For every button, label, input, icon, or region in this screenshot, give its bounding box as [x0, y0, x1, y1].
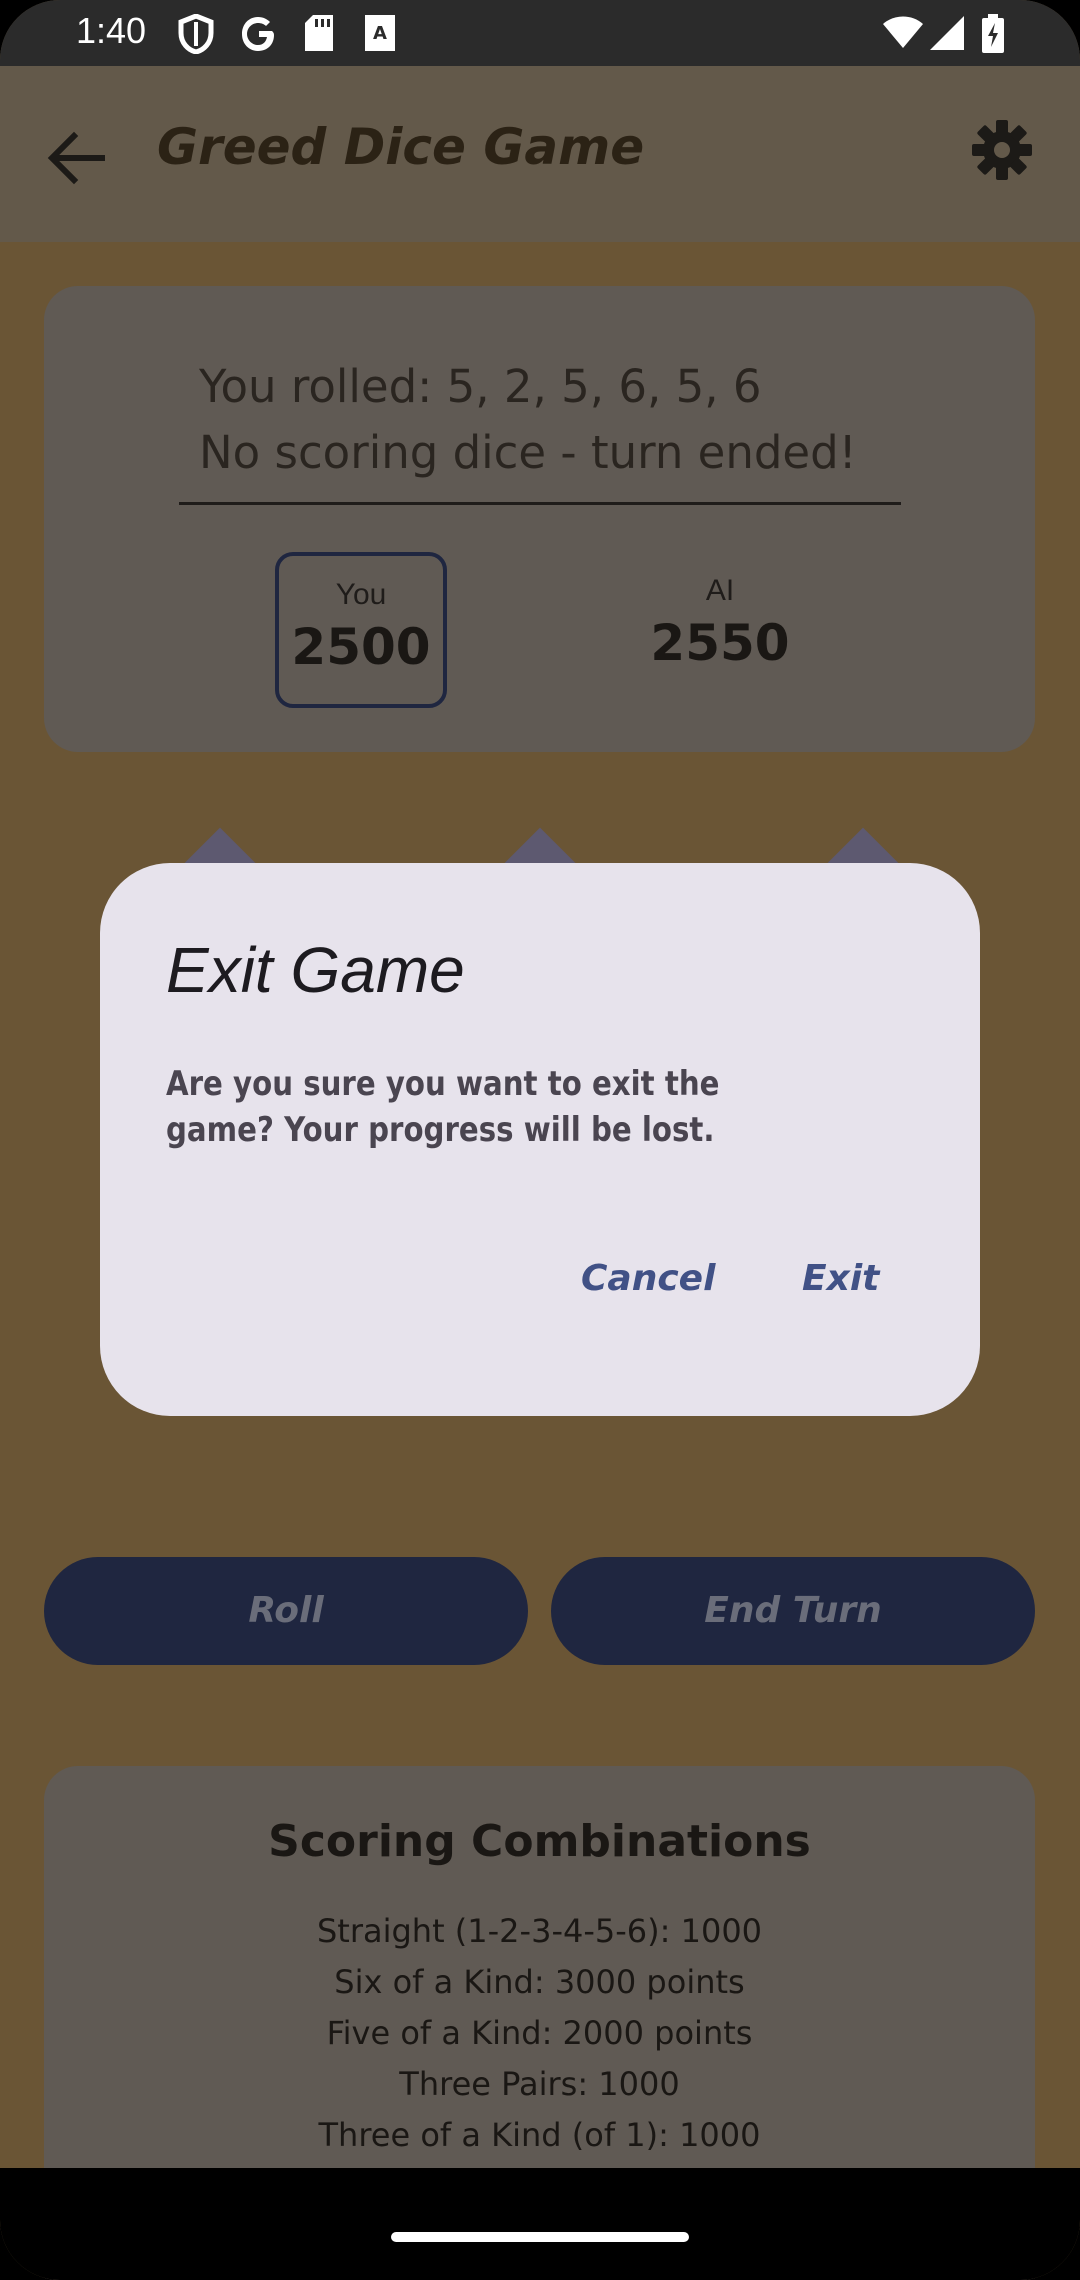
player-score: 2500	[291, 618, 431, 676]
game-status-card: You rolled: 5, 2, 5, 6, 5, 6 No scoring …	[44, 286, 1035, 752]
rule-item: Three Pairs: 1000	[399, 2065, 680, 2103]
rule-item: Six of a Kind: 3000 points	[334, 1963, 745, 2001]
font-icon: A	[364, 14, 396, 56]
player-score: 2550	[650, 614, 790, 672]
player-name: You	[335, 578, 387, 611]
rule-item: Straight (1-2-3-4-5-6): 1000	[316, 1912, 763, 1950]
shield-icon	[178, 13, 214, 58]
status-time: 1:40	[76, 10, 147, 51]
divider	[179, 502, 901, 505]
navigation-bar	[0, 2168, 1080, 2280]
arrow-back-icon	[47, 131, 105, 185]
page-title: Greed Dice Game	[157, 118, 645, 176]
player-score-ai: AI 2550	[634, 552, 806, 708]
player-name: AI	[705, 574, 735, 607]
app-bar: Greed Dice Game	[0, 66, 1080, 242]
home-gesture-handle[interactable]	[391, 2232, 689, 2242]
rule-item: Three of a Kind (of 1): 1000	[318, 2116, 761, 2154]
scoring-rules: Straight (1-2-3-4-5-6): 1000 Six of a Ki…	[44, 1906, 1035, 2161]
dialog-message: Are you sure you want to exit the game? …	[166, 1064, 720, 1150]
screen: 1:40 A Greed Dice Game You rolled: 5, 2,…	[0, 0, 1080, 2280]
exit-button[interactable]: Exit	[802, 1258, 879, 1299]
wifi-icon	[881, 14, 925, 54]
gear-icon	[972, 120, 1032, 180]
rule-item: Five of a Kind: 2000 points	[326, 2014, 753, 2052]
signal-icon	[928, 14, 966, 56]
back-button[interactable]	[40, 122, 112, 194]
cancel-button[interactable]: Cancel	[581, 1258, 715, 1299]
roll-button[interactable]: Roll	[44, 1557, 528, 1665]
player-score-you: You 2500	[275, 552, 447, 708]
end-turn-button[interactable]: End Turn	[551, 1557, 1035, 1665]
status-bar: 1:40 A	[0, 0, 1080, 66]
svg-text:A: A	[373, 23, 387, 44]
battery-charging-icon	[981, 14, 1005, 58]
roll-message: You rolled: 5, 2, 5, 6, 5, 6 No scoring …	[199, 360, 857, 479]
exit-dialog: Exit Game Are you sure you want to exit …	[100, 863, 980, 1416]
google-icon	[239, 14, 279, 58]
scoring-title: Scoring Combinations	[268, 1816, 811, 1867]
sd-card-icon	[303, 14, 335, 56]
settings-button[interactable]	[970, 118, 1034, 182]
dialog-title: Exit Game	[166, 934, 465, 1006]
